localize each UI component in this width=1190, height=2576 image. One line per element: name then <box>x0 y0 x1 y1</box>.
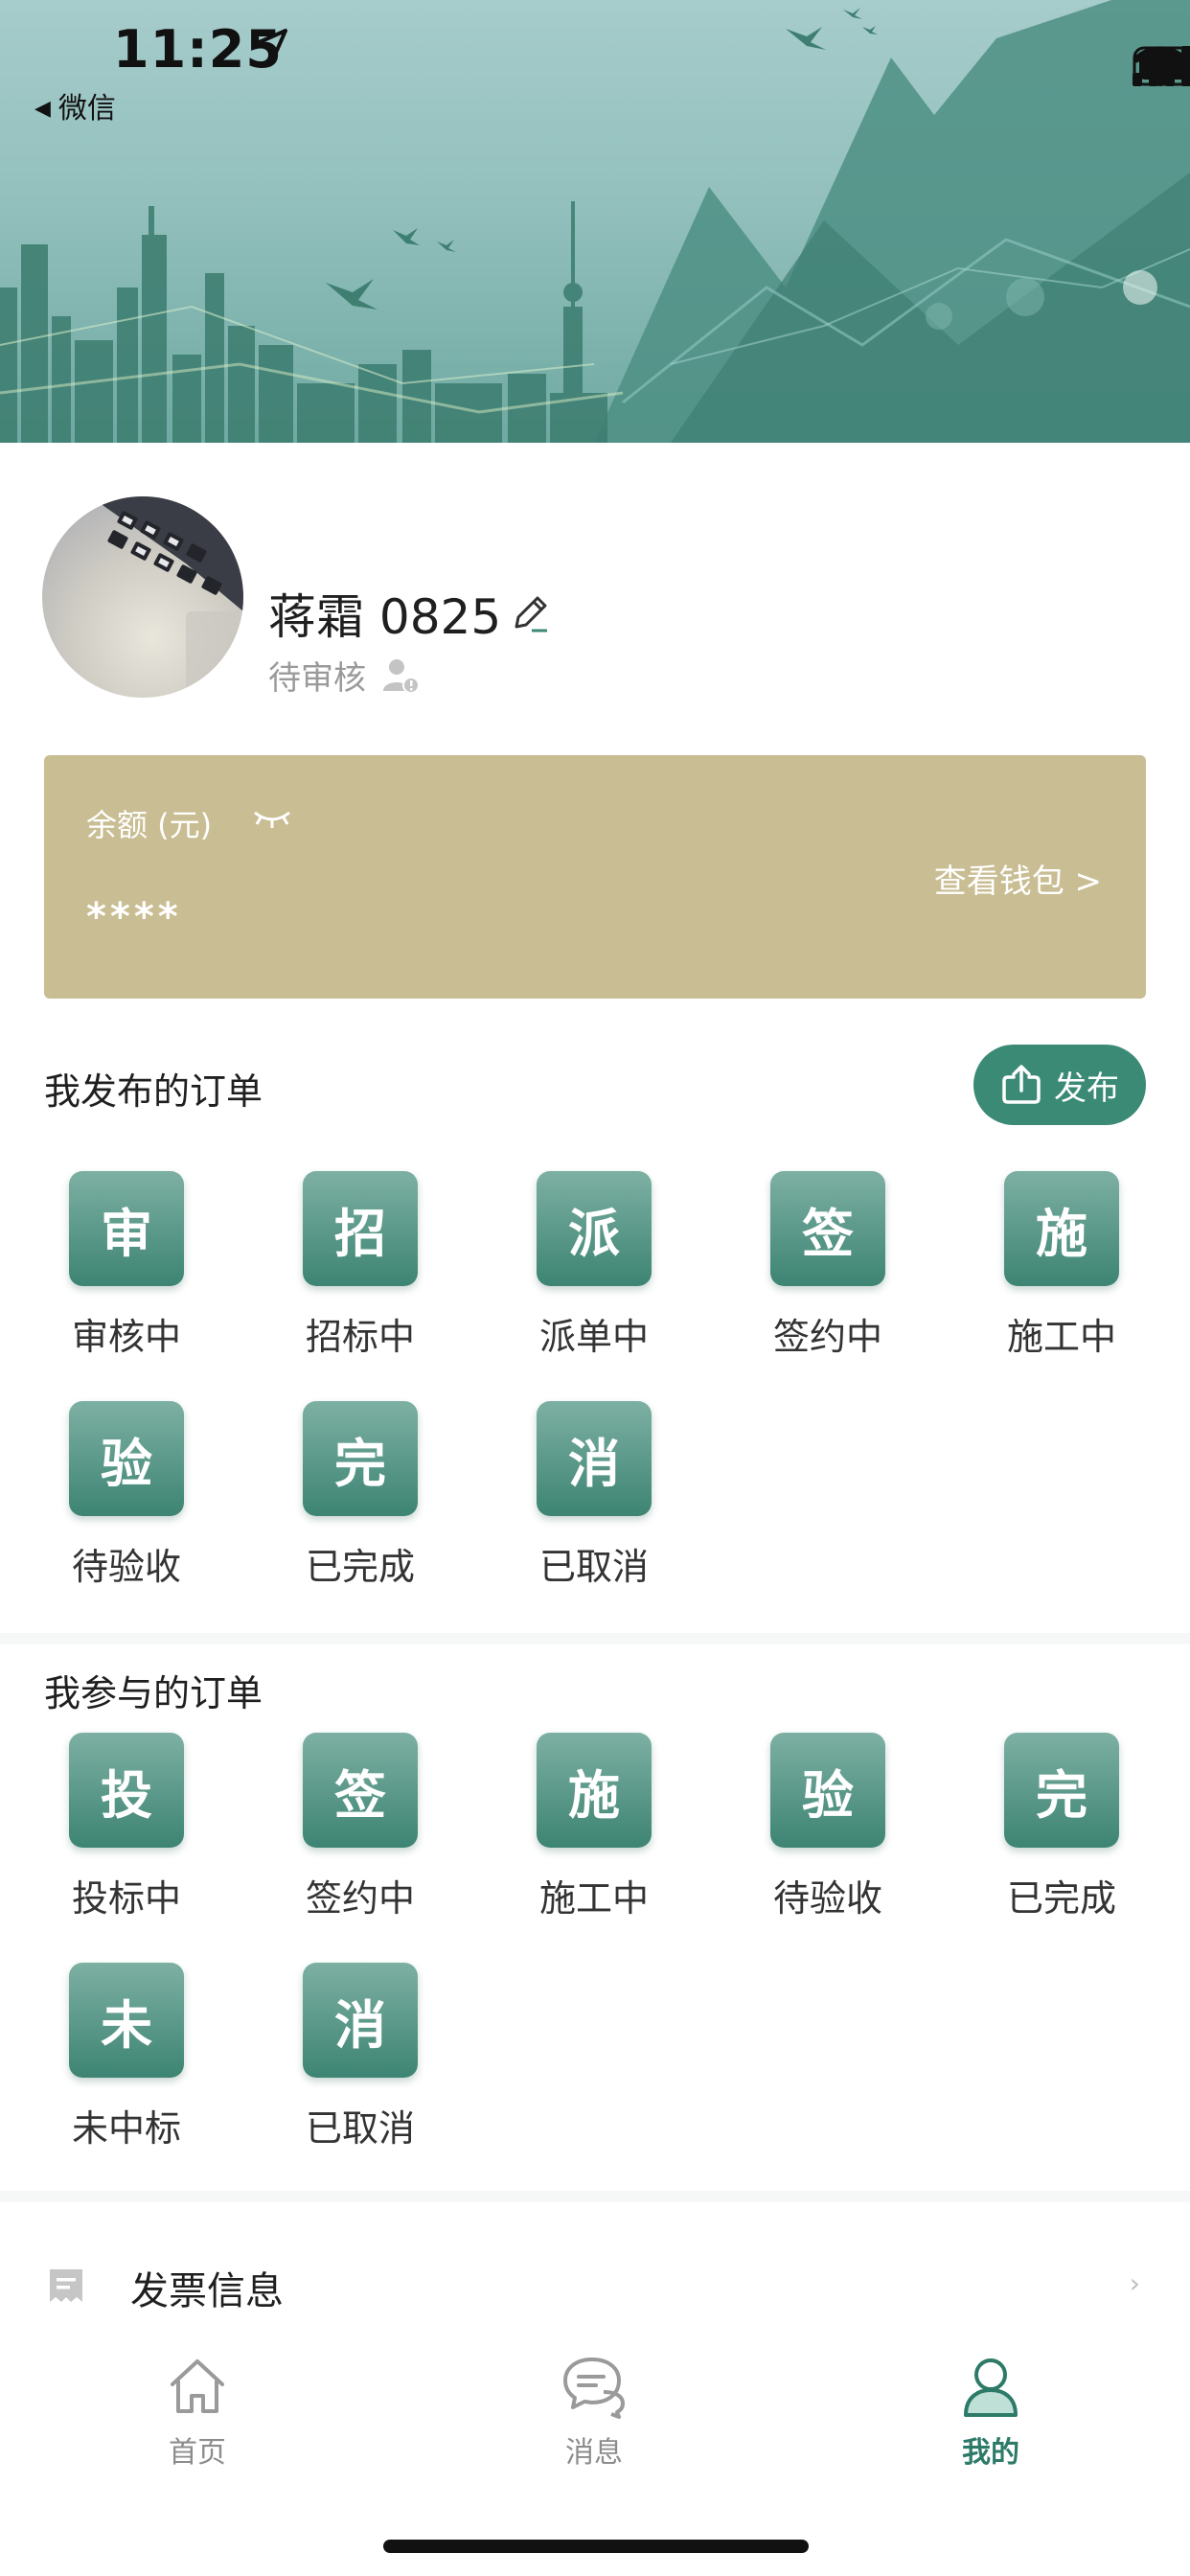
user-verify-icon <box>383 658 420 694</box>
username: 蒋霜 0825 <box>268 589 502 645</box>
tile-icon: 未 <box>69 1963 184 2078</box>
tile-icon: 验 <box>69 1401 184 1516</box>
joined-order-not-won[interactable]: 未 未中标 <box>40 1963 213 2151</box>
profile-section: 蒋霜 0825 待审核 <box>42 496 1148 700</box>
bottom-tab-bar: 首页 消息 我的 <box>0 2331 1190 2576</box>
verification-status: 待审核 <box>268 652 420 699</box>
invoice-info-label: 发票信息 <box>130 2269 284 2313</box>
avatar[interactable] <box>42 496 243 698</box>
user-icon <box>964 2358 1018 2417</box>
view-wallet-link[interactable]: 查看钱包 > <box>934 855 1102 902</box>
tile-icon: 完 <box>1004 1733 1119 1848</box>
tab-messages[interactable]: 消息 <box>489 2354 699 2471</box>
username-row: 蒋霜 0825 <box>268 579 551 648</box>
balance-label: 余额 (元) <box>86 807 213 843</box>
header-banner: 11:25 ◀ 微信 <box>0 0 1190 443</box>
section-divider <box>0 1633 1190 1644</box>
balance-value: **** <box>86 895 182 939</box>
tile-icon: 消 <box>303 1963 418 2078</box>
tab-home[interactable]: 首页 <box>92 2354 303 2471</box>
tab-mine-label: 我的 <box>962 2436 1019 2470</box>
tile-icon: 施 <box>1004 1171 1119 1286</box>
joined-order-pending-acceptance[interactable]: 验 待验收 <box>742 1733 914 1921</box>
tile-icon: 验 <box>770 1733 885 1848</box>
edit-pencil-icon[interactable] <box>509 592 551 634</box>
tile-icon: 招 <box>303 1171 418 1286</box>
published-order-cancelled[interactable]: 消 已取消 <box>508 1401 680 1590</box>
invoice-info-row[interactable]: 发票信息 › <box>0 2242 1190 2329</box>
section-divider <box>0 2191 1190 2202</box>
message-icon <box>563 2358 625 2419</box>
publish-button[interactable]: 发布 <box>973 1045 1146 1125</box>
joined-order-cancelled[interactable]: 消 已取消 <box>274 1963 446 2151</box>
tab-home-label: 首页 <box>169 2436 226 2470</box>
status-bar: 11:25 ◀ 微信 <box>0 0 1190 134</box>
published-order-constructing[interactable]: 施 施工中 <box>975 1171 1148 1360</box>
tile-icon: 审 <box>69 1171 184 1286</box>
joined-order-bidding[interactable]: 投 投标中 <box>40 1733 213 1921</box>
eye-closed-icon[interactable] <box>251 805 293 834</box>
battery-icon <box>1133 46 1190 86</box>
tile-icon: 施 <box>537 1733 652 1848</box>
back-triangle-icon: ◀ <box>34 97 51 121</box>
upload-icon <box>1002 1065 1041 1104</box>
joined-order-signing[interactable]: 签 签约中 <box>274 1733 446 1921</box>
back-label: 微信 <box>57 92 116 126</box>
published-orders-title: 我发布的订单 <box>44 1070 263 1113</box>
home-indicator <box>383 2540 809 2553</box>
joined-orders-title: 我参与的订单 <box>44 1672 263 1714</box>
joined-order-constructing[interactable]: 施 施工中 <box>508 1733 680 1921</box>
verification-status-text: 待审核 <box>268 659 366 698</box>
publish-button-label: 发布 <box>1054 1069 1119 1108</box>
tile-icon: 投 <box>69 1733 184 1848</box>
published-order-signing[interactable]: 签 签约中 <box>742 1171 914 1360</box>
published-order-reviewing[interactable]: 审 审核中 <box>40 1171 213 1360</box>
tile-icon: 签 <box>303 1733 418 1848</box>
tile-icon: 派 <box>537 1171 652 1286</box>
home-icon <box>171 2359 224 2413</box>
balance-card: 余额 (元) **** 查看钱包 > <box>44 755 1146 999</box>
tab-messages-label: 消息 <box>565 2436 623 2470</box>
tile-icon: 完 <box>303 1401 418 1516</box>
chevron-right-icon: › <box>1129 2267 1140 2299</box>
back-to-wechat-link[interactable]: ◀ 微信 <box>34 84 116 126</box>
published-order-pending-acceptance[interactable]: 验 待验收 <box>40 1401 213 1590</box>
tile-icon: 签 <box>770 1171 885 1286</box>
joined-order-completed[interactable]: 完 已完成 <box>975 1733 1148 1921</box>
tab-mine[interactable]: 我的 <box>885 2354 1096 2471</box>
published-order-dispatching[interactable]: 派 派单中 <box>508 1171 680 1360</box>
invoice-icon <box>50 2269 82 2302</box>
tile-icon: 消 <box>537 1401 652 1516</box>
published-order-bidding[interactable]: 招 招标中 <box>274 1171 446 1360</box>
published-order-completed[interactable]: 完 已完成 <box>274 1401 446 1590</box>
